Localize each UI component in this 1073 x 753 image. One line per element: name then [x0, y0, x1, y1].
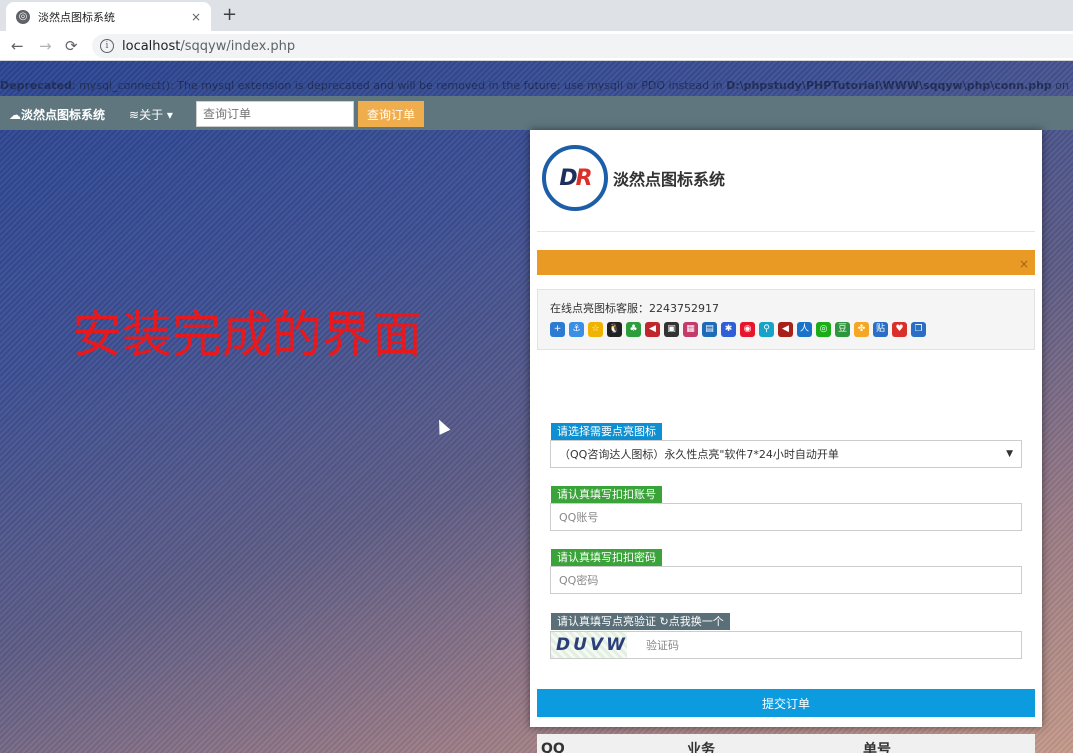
- browser-tab[interactable]: ◎ 淡然点图标系统 ×: [6, 2, 211, 31]
- qq-password-input[interactable]: QQ密码: [550, 566, 1022, 594]
- news-icon[interactable]: 贴: [873, 322, 888, 337]
- query-order-button[interactable]: 查询订单: [358, 101, 424, 127]
- address-bar: ← → ⟳ i localhost/sqqyw/index.php: [0, 31, 1073, 61]
- account-label: 请认真填写扣扣账号: [551, 486, 662, 503]
- captcha-image[interactable]: DUVW: [551, 632, 627, 658]
- brand-link[interactable]: ☁淡然点图标系统: [9, 106, 105, 123]
- browser-tab-strip: ◎ 淡然点图标系统 × +: [0, 0, 1073, 31]
- paw-icon[interactable]: ✱: [721, 322, 736, 337]
- url-field[interactable]: i localhost/sqqyw/index.php: [92, 34, 1073, 58]
- panel-header: DR 淡然点图标系统: [542, 145, 725, 211]
- deprecated-label: Deprecated: [0, 79, 72, 92]
- table-header-qq: QQ: [541, 741, 565, 753]
- table-header-order-no: 单号: [863, 742, 891, 753]
- notice-bar: ×: [537, 250, 1035, 275]
- service-label: 在线点亮图标客服：: [550, 302, 649, 315]
- weibo-icon[interactable]: ◉: [740, 322, 755, 337]
- cloud-icon: ☁: [9, 108, 21, 122]
- close-tab-icon[interactable]: ×: [191, 10, 201, 24]
- brand-text: 淡然点图标系统: [21, 108, 106, 122]
- back-icon[interactable]: ←: [11, 37, 24, 55]
- top-navbar: ☁淡然点图标系统 ≋关于 ▾ 查询订单: [0, 96, 1073, 130]
- install-complete-caption: 安装完成的界面: [72, 306, 422, 364]
- icon-select-value: （QQ咨询达人图标）永久性点亮"软件7*24小时自动开单: [559, 448, 839, 461]
- deprecated-line-text: on line: [1055, 79, 1073, 92]
- captcha-label: 请认真填写点亮验证 ↻点我换一个: [551, 613, 730, 630]
- qq-account-input[interactable]: QQ账号: [550, 503, 1022, 531]
- tab-title: 淡然点图标系统: [38, 10, 115, 24]
- caret-down-icon: ▾: [166, 108, 173, 122]
- heart-icon[interactable]: ♥: [892, 322, 907, 337]
- panel-title: 淡然点图标系统: [613, 170, 726, 189]
- grid-icon[interactable]: ▦: [683, 322, 698, 337]
- deprecated-text: : mysql_connect(): The mysql extension i…: [71, 79, 723, 92]
- order-query-input[interactable]: [196, 101, 354, 127]
- password-label: 请认真填写扣扣密码: [551, 549, 662, 566]
- table-header-service: 业务: [687, 742, 715, 753]
- php-deprecated-warning: Deprecated: mysql_connect(): The mysql e…: [0, 79, 1073, 92]
- refresh-captcha-link[interactable]: 点我换一个: [669, 615, 724, 628]
- info-icon[interactable]: i: [100, 39, 114, 53]
- url-path: /sqqyw/index.php: [180, 38, 296, 54]
- icon-list: + ⚓ ☆ 🐧 ♣ ◀ ▣ ▦ ▤ ✱ ◉ ⚲ ◀ 人 ◎ 豆 ✤ 贴 ♥ ❐: [550, 322, 1022, 337]
- person-icon[interactable]: 人: [797, 322, 812, 337]
- mouse-cursor-icon: [433, 417, 451, 435]
- divider: [537, 231, 1035, 232]
- disk-icon[interactable]: ▣: [664, 322, 679, 337]
- game-icon[interactable]: ◀: [645, 322, 660, 337]
- refresh-icon[interactable]: ↻: [660, 615, 669, 628]
- service-line: 在线点亮图标客服：2243752917: [550, 300, 1022, 316]
- rss-icon: ≋: [129, 108, 140, 122]
- clover-icon[interactable]: ♣: [626, 322, 641, 337]
- forward-icon[interactable]: →: [39, 37, 52, 55]
- card-icon[interactable]: ▤: [702, 322, 717, 337]
- url-host: localhost: [122, 38, 181, 54]
- about-menu[interactable]: ≋关于 ▾: [129, 106, 173, 123]
- service-qq: 2243752917: [649, 302, 719, 315]
- search-icon[interactable]: ⚲: [759, 322, 774, 337]
- orders-table-header: QQ 业务 单号: [537, 734, 1035, 753]
- star-icon[interactable]: ☆: [588, 322, 603, 337]
- new-tab-button[interactable]: +: [222, 5, 237, 25]
- icon-select[interactable]: （QQ咨询达人图标）永久性点亮"软件7*24小时自动开单 ▼: [550, 440, 1022, 468]
- mail-icon[interactable]: ◀: [778, 322, 793, 337]
- service-box: 在线点亮图标客服：2243752917 + ⚓ ☆ 🐧 ♣ ◀ ▣ ▦ ▤ ✱ ◉ ⚲ ◀ 人 ◎ 豆 ✤ 贴 ♥ ❐: [537, 289, 1035, 350]
- wechat-icon[interactable]: ◎: [816, 322, 831, 337]
- icon-select-label: 请选择需要点亮图标: [551, 423, 662, 440]
- order-panel: DR 淡然点图标系统 × 在线点亮图标客服：2243752917 + ⚓ ☆ 🐧 ♣ ◀ ▣…: [530, 130, 1042, 753]
- submit-order-button[interactable]: 提交订单: [537, 689, 1035, 717]
- dr-logo: DR: [542, 145, 608, 211]
- deprecated-path: D:\phpstudy\PHPTutorial\WWW\sqqyw\php\co…: [726, 79, 1052, 92]
- qzone-icon[interactable]: ⚓: [569, 322, 584, 337]
- select-arrow-icon: ▼: [1006, 449, 1013, 459]
- penguin-icon[interactable]: 🐧: [607, 322, 622, 337]
- close-notice-icon[interactable]: ×: [1019, 258, 1029, 270]
- puzzle-icon[interactable]: ✤: [854, 322, 869, 337]
- douban-icon[interactable]: 豆: [835, 322, 850, 337]
- globe-icon: ◎: [16, 9, 30, 24]
- about-label: 关于: [139, 108, 164, 122]
- plus-icon[interactable]: +: [550, 322, 565, 337]
- page-background: Deprecated: mysql_connect(): The mysql e…: [0, 61, 1073, 753]
- copy-icon[interactable]: ❐: [911, 322, 926, 337]
- reload-icon[interactable]: ⟳: [65, 37, 78, 55]
